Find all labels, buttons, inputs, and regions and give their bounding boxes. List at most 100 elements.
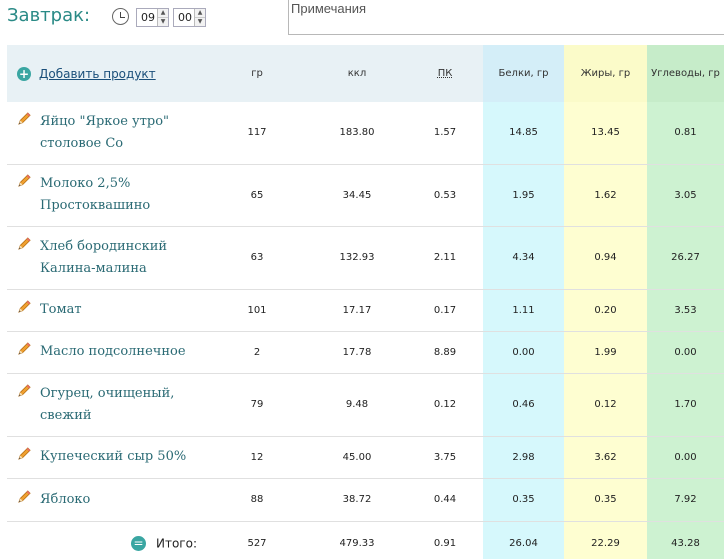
minute-down-icon[interactable]: ▼	[195, 17, 205, 26]
cell-kcal: 45.00	[307, 436, 407, 479]
total-carbs: 43.28	[647, 521, 724, 559]
product-name-wrap: Яблоко	[17, 489, 207, 511]
pencil-icon[interactable]	[17, 446, 32, 461]
table-row: Хлеб бородинский Калина-малина 63 132.93 2.…	[7, 226, 724, 290]
product-cell: Огурец, очищеный, свежий	[7, 373, 207, 437]
product-name[interactable]: Масло подсолнечное	[40, 341, 186, 363]
cell-pk: 2.11	[407, 226, 483, 290]
product-name[interactable]: Огурец, очищеный, свежий	[40, 383, 207, 427]
total-label-cell: = Итого:	[7, 521, 207, 559]
hour-stepper-arrows[interactable]: ▲ ▼	[157, 9, 168, 26]
minute-up-icon[interactable]: ▲	[195, 9, 205, 17]
total-pk: 0.91	[433, 537, 457, 549]
meal-title: Завтрак:	[7, 5, 91, 26]
pencil-icon[interactable]	[17, 111, 32, 126]
plus-icon[interactable]: +	[17, 66, 31, 81]
cell-fat: 3.62	[564, 436, 647, 479]
minute-stepper[interactable]: 00 ▲ ▼	[173, 8, 206, 27]
cell-fat: 0.20	[564, 289, 647, 332]
total-fat: 22.29	[564, 521, 647, 559]
cell-pk: 0.12	[407, 373, 483, 437]
product-name[interactable]: Молоко 2,5% Простоквашино	[40, 173, 207, 217]
cell-grams: 101	[207, 289, 307, 332]
cell-protein: 1.95	[483, 164, 564, 227]
hour-up-icon[interactable]: ▲	[158, 9, 168, 17]
table-row: Огурец, очищеный, свежий 79 9.48 0.12 0.46 0.…	[7, 373, 724, 437]
cell-carbs: 7.92	[647, 478, 724, 522]
product-cell: Яблоко	[7, 478, 207, 522]
cell-grams: 117	[207, 102, 307, 165]
product-name[interactable]: Хлеб бородинский Калина-малина	[40, 236, 207, 280]
cell-pk: 0.17	[407, 289, 483, 332]
cell-grams: 88	[207, 478, 307, 522]
food-table: + Добавить продукт гр ккл ПК Белки, гр Жи…	[7, 45, 724, 559]
cell-carbs: 3.05	[647, 164, 724, 227]
total-grams: 527	[247, 537, 267, 549]
cell-fat: 1.62	[564, 164, 647, 227]
product-cell: Масло подсолнечное	[7, 331, 207, 374]
header-protein: Белки, гр	[483, 45, 564, 102]
product-name-wrap: Молоко 2,5% Простоквашино	[17, 173, 207, 217]
product-name-wrap: Масло подсолнечное	[17, 341, 207, 363]
total-kcal: 479.33	[339, 537, 375, 549]
cell-kcal: 9.48	[307, 373, 407, 437]
clock-icon	[112, 8, 129, 25]
hour-value[interactable]: 09	[137, 9, 157, 26]
product-cell: Томат	[7, 289, 207, 332]
product-cell: Купеческий сыр 50%	[7, 436, 207, 479]
cell-protein: 0.00	[483, 331, 564, 374]
product-cell: Яйцо "Яркое утро" столовое Со	[7, 102, 207, 165]
cell-kcal: 17.17	[307, 289, 407, 332]
cell-carbs: 0.00	[647, 331, 724, 374]
minute-stepper-arrows[interactable]: ▲ ▼	[194, 9, 205, 26]
total-label: Итого:	[156, 536, 197, 551]
table-header-row: + Добавить продукт гр ккл ПК Белки, гр Жи…	[7, 45, 724, 102]
header-pk-label: ПК	[437, 68, 453, 79]
product-name[interactable]: Яблоко	[40, 489, 90, 511]
product-name[interactable]: Купеческий сыр 50%	[40, 446, 186, 468]
table-row: Яйцо "Яркое утро" столовое Со 117 183.80 1.…	[7, 102, 724, 165]
cell-carbs: 3.53	[647, 289, 724, 332]
table-row: Масло подсолнечное 2 17.78 8.89 0.00 1.99 0.00	[7, 331, 724, 374]
table-row: Купеческий сыр 50% 12 45.00 3.75 2.98 3.62 0.0…	[7, 436, 724, 479]
cell-carbs: 26.27	[647, 226, 724, 290]
cell-grams: 12	[207, 436, 307, 479]
total-row: = Итого: 527 479.33 0.91 26.04 22.29 43.2…	[7, 521, 724, 559]
hour-stepper[interactable]: 09 ▲ ▼	[136, 8, 169, 27]
cell-kcal: 17.78	[307, 331, 407, 374]
pencil-icon[interactable]	[17, 383, 32, 398]
pencil-icon[interactable]	[17, 489, 32, 504]
cell-kcal: 132.93	[307, 226, 407, 290]
total-protein: 26.04	[483, 521, 564, 559]
add-product-link[interactable]: Добавить продукт	[39, 67, 156, 81]
product-name-wrap: Томат	[17, 299, 207, 321]
product-name[interactable]: Яйцо "Яркое утро" столовое Со	[40, 111, 207, 155]
product-cell: Хлеб бородинский Калина-малина	[7, 226, 207, 290]
cell-protein: 4.34	[483, 226, 564, 290]
hour-down-icon[interactable]: ▼	[158, 17, 168, 26]
pencil-icon[interactable]	[17, 236, 32, 251]
cell-protein: 0.35	[483, 478, 564, 522]
pencil-icon[interactable]	[17, 299, 32, 314]
cell-carbs: 0.81	[647, 102, 724, 165]
pencil-icon[interactable]	[17, 341, 32, 356]
cell-protein: 1.11	[483, 289, 564, 332]
meal-header: Завтрак: 09 ▲ ▼ 00 ▲ ▼ Примечания	[0, 0, 724, 44]
product-name[interactable]: Томат	[40, 299, 82, 321]
pencil-icon[interactable]	[17, 173, 32, 188]
cell-pk: 3.75	[407, 436, 483, 479]
cell-protein: 14.85	[483, 102, 564, 165]
cell-grams: 2	[207, 331, 307, 374]
cell-fat: 0.35	[564, 478, 647, 522]
header-grams: гр	[207, 45, 307, 102]
cell-grams: 65	[207, 164, 307, 227]
cell-pk: 1.57	[407, 102, 483, 165]
cell-grams: 79	[207, 373, 307, 437]
minute-value[interactable]: 00	[174, 9, 194, 26]
add-product-header[interactable]: + Добавить продукт	[7, 45, 207, 102]
cell-fat: 1.99	[564, 331, 647, 374]
notes-field[interactable]: Примечания	[288, 0, 724, 35]
equals-icon: =	[131, 535, 146, 551]
cell-carbs: 0.00	[647, 436, 724, 479]
header-fat: Жиры, гр	[564, 45, 647, 102]
